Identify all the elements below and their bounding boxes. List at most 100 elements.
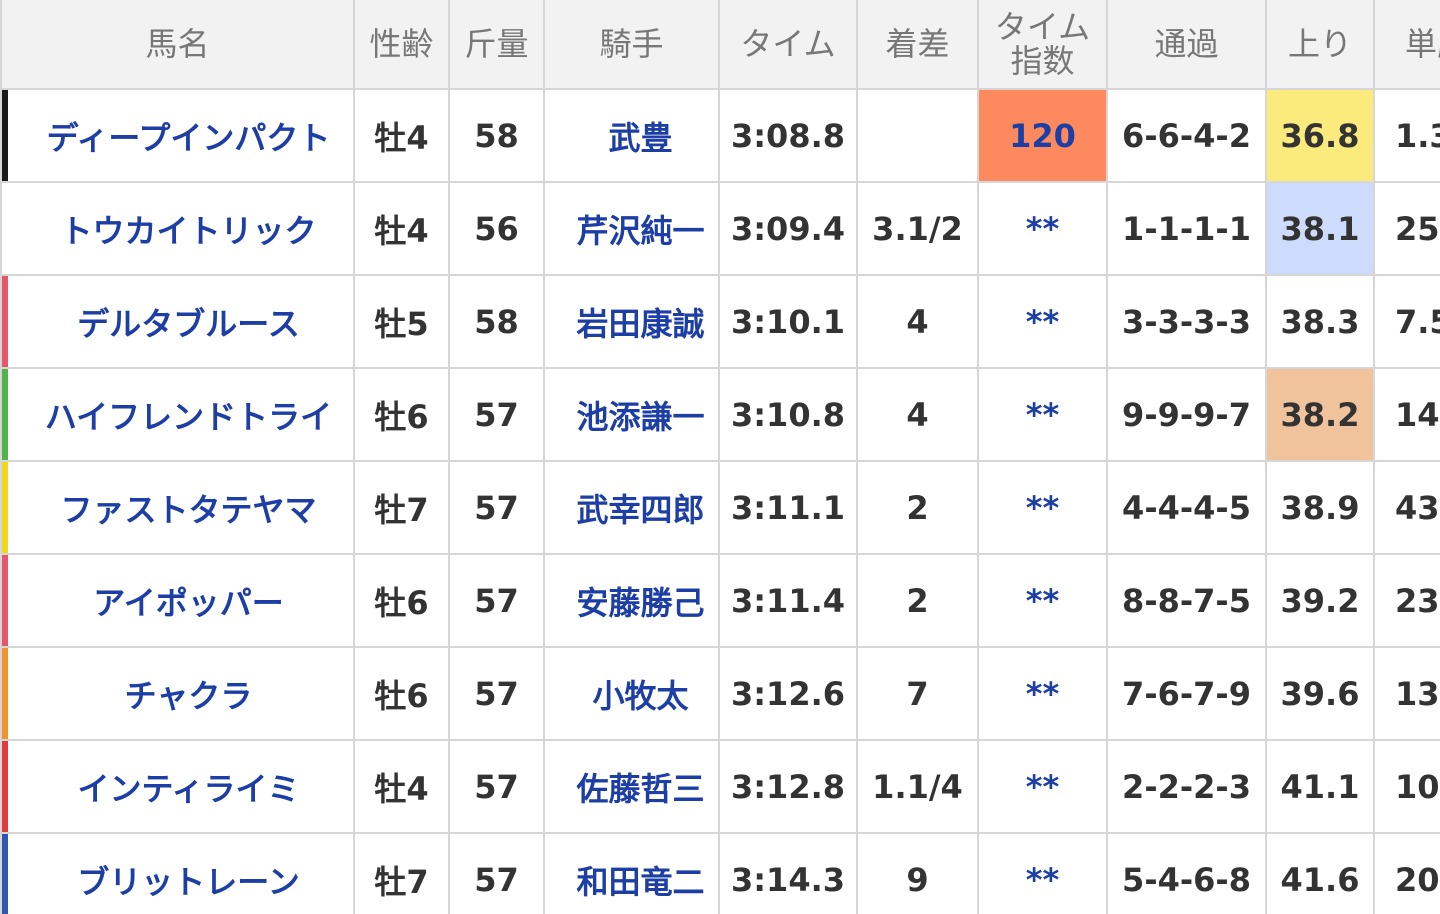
time-index-cell[interactable]: ** <box>977 646 1108 741</box>
header-passing[interactable]: 通過 <box>1106 0 1267 90</box>
horse-name-link[interactable]: ファストタテヤマ <box>60 491 316 529</box>
last-3f-cell: 39.2 <box>1265 553 1375 648</box>
weight-cell: 57 <box>448 646 545 741</box>
time-index-cell[interactable]: ** <box>977 274 1108 369</box>
horse-name-link[interactable]: アイポッパー <box>93 584 283 622</box>
time-index-cell[interactable]: ** <box>977 460 1108 555</box>
header-sex-age[interactable]: 性齢 <box>353 0 450 90</box>
table-row: チャクラ 牡657 小牧太 3:12.67**7-6-7-939.6131.5 <box>0 646 1440 741</box>
time-cell: 3:10.8 <box>718 367 858 462</box>
bracket-color-bar <box>3 91 8 180</box>
jockey-link[interactable]: 池添謙一 <box>576 398 704 436</box>
horse-name-cell: トウカイトリック <box>0 181 355 276</box>
horse-name-link[interactable]: ブリットレーン <box>77 863 299 901</box>
horse-name-cell: デルタブルース <box>0 274 355 369</box>
header-margin[interactable]: 着差 <box>856 0 979 90</box>
bracket-color-bar <box>3 277 8 366</box>
weight-cell: 57 <box>448 739 545 834</box>
horse-name-cell: ディープインパクト <box>0 88 355 183</box>
time-index-cell[interactable]: ** <box>977 367 1108 462</box>
last-3f-cell: 38.1 <box>1265 181 1375 276</box>
header-time-index-line2: 指数 <box>1010 42 1075 80</box>
weight-cell: 57 <box>448 832 545 914</box>
jockey-link[interactable]: 安藤勝己 <box>576 584 704 622</box>
time-cell: 3:14.3 <box>718 832 858 914</box>
passing-cell: 9-9-9-7 <box>1106 367 1267 462</box>
header-time[interactable]: タイム <box>718 0 858 90</box>
bracket-color-bar <box>3 835 8 914</box>
sex-age-cell: 牡4 <box>353 181 450 276</box>
passing-cell: 3-3-3-3 <box>1106 274 1267 369</box>
sex-age-cell: 牡6 <box>353 553 450 648</box>
time-cell: 3:09.4 <box>718 181 858 276</box>
jockey-link[interactable]: 小牧太 <box>592 677 688 715</box>
horse-name-link[interactable]: チャクラ <box>125 677 253 715</box>
header-odds[interactable]: 単勝 <box>1373 0 1440 90</box>
margin-cell: 3.1/2 <box>856 181 979 276</box>
sex-age-cell: 牡4 <box>353 739 450 834</box>
jockey-cell: 佐藤哲三 <box>543 739 720 834</box>
margin-cell: 4 <box>856 274 979 369</box>
time-index-cell[interactable]: ** <box>977 181 1108 276</box>
passing-cell: 8-8-7-5 <box>1106 553 1267 648</box>
weight-cell: 57 <box>448 367 545 462</box>
bracket-color-bar <box>3 742 8 831</box>
margin-cell <box>856 88 979 183</box>
odds-cell: 7.5 <box>1373 274 1440 369</box>
last-3f-cell: 38.9 <box>1265 460 1375 555</box>
horse-name-link[interactable]: ハイフレンドトライ <box>45 398 332 436</box>
header-last-3f[interactable]: 上り <box>1265 0 1375 90</box>
jockey-cell: 武豊 <box>543 88 720 183</box>
time-cell: 3:11.1 <box>718 460 858 555</box>
table-row: ディープインパクト牡458 武豊 3:08.8 1206-6-4-236.81.3 <box>0 88 1440 183</box>
header-row: 馬名 性齢 斤量 騎手 タイム 着差 タイム 指数 通過 上り 単勝 <box>0 0 1440 90</box>
jockey-cell: 池添謙一 <box>543 367 720 462</box>
sex-age-cell: 牡7 <box>353 832 450 914</box>
passing-cell: 1-1-1-1 <box>1106 181 1267 276</box>
jockey-link[interactable]: 芹沢純一 <box>576 212 704 250</box>
time-index-cell[interactable]: ** <box>977 553 1108 648</box>
jockey-cell: 芹沢純一 <box>543 181 720 276</box>
jockey-link[interactable]: 佐藤哲三 <box>576 770 704 808</box>
last-3f-cell: 41.1 <box>1265 739 1375 834</box>
odds-cell: 143.2 <box>1373 367 1440 462</box>
jockey-link[interactable]: 岩田康誠 <box>576 305 704 343</box>
horse-name-link[interactable]: インティライミ <box>77 770 299 808</box>
horse-name-cell: チャクラ <box>0 646 355 741</box>
last-3f-cell: 36.8 <box>1265 88 1375 183</box>
time-index-cell[interactable]: ** <box>977 739 1108 834</box>
header-time-index[interactable]: タイム 指数 <box>977 0 1108 90</box>
header-jockey[interactable]: 騎手 <box>543 0 720 90</box>
time-index-cell[interactable]: ** <box>977 832 1108 914</box>
time-cell: 3:10.1 <box>718 274 858 369</box>
passing-cell: 6-6-4-2 <box>1106 88 1267 183</box>
horse-name-cell: ブリットレーン <box>0 832 355 914</box>
bracket-color-bar <box>3 184 8 273</box>
sex-age-cell: 牡4 <box>353 88 450 183</box>
sex-age-cell: 牡5 <box>353 274 450 369</box>
weight-cell: 57 <box>448 460 545 555</box>
horse-name-cell: ファストタテヤマ <box>0 460 355 555</box>
last-3f-cell: 38.2 <box>1265 367 1375 462</box>
horse-name-link[interactable]: ディープインパクト <box>47 119 331 157</box>
jockey-cell: 安藤勝己 <box>543 553 720 648</box>
horse-name-cell: インティライミ <box>0 739 355 834</box>
jockey-link[interactable]: 武豊 <box>608 119 672 157</box>
horse-name-link[interactable]: デルタブルース <box>77 305 299 343</box>
odds-cell: 131.5 <box>1373 646 1440 741</box>
sex-age-cell: 牡6 <box>353 367 450 462</box>
jockey-link[interactable]: 和田竜二 <box>576 863 704 901</box>
jockey-link[interactable]: 武幸四郎 <box>576 491 704 529</box>
header-horse-name[interactable]: 馬名 <box>0 0 355 90</box>
time-cell: 3:11.4 <box>718 553 858 648</box>
odds-cell: 23.1 <box>1373 553 1440 648</box>
table-row: トウカイトリック 牡4 56 芹沢純一 3:09.4 3.1/2 ** 1-1-1-1 38.1… <box>0 181 1440 276</box>
horse-name-link[interactable]: トウカイトリック <box>60 212 316 250</box>
header-weight[interactable]: 斤量 <box>448 0 545 90</box>
last-3f-cell: 38.3 <box>1265 274 1375 369</box>
time-index-cell[interactable]: 120 <box>977 88 1108 183</box>
table-row: ハイフレンドトライ牡657 池添謙一 3:10.84**9-9-9-738.2143… <box>0 367 1440 462</box>
table-row: ファストタテヤマ牡757 武幸四郎 3:11.12**4-4-4-538.943.6 <box>0 460 1440 555</box>
margin-cell: 7 <box>856 646 979 741</box>
horse-name-cell: アイポッパー <box>0 553 355 648</box>
